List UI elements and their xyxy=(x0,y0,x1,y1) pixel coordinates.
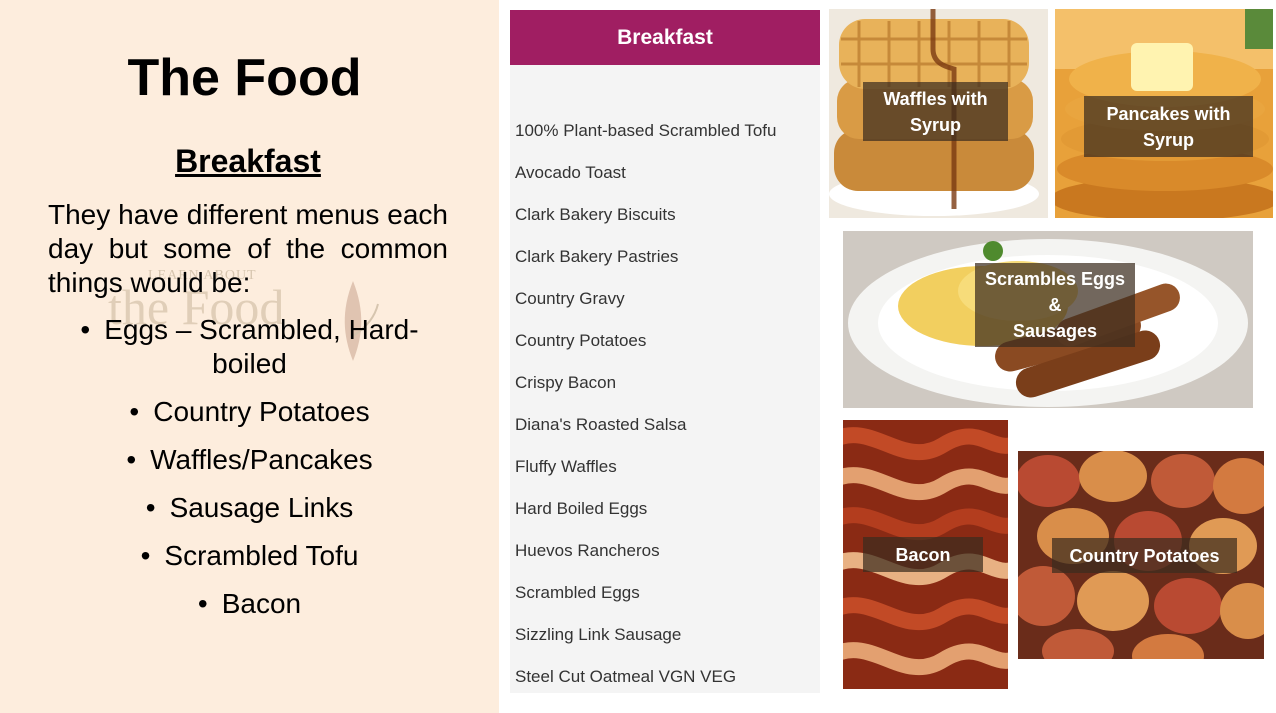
menu-item: Country Gravy xyxy=(515,289,625,308)
breakfast-menu: Breakfast 100% Plant-based Scrambled Tof… xyxy=(510,10,820,693)
potatoes-photo: Country Potatoes xyxy=(1018,451,1264,659)
menu-item: Steel Cut Oatmeal VGN VEG xyxy=(515,667,737,686)
menu-item: Avocado Toast xyxy=(515,163,626,182)
left-panel: The Food Breakfast LEARN ABOUT the Food … xyxy=(0,0,499,713)
bullet-item: • Scrambled Tofu xyxy=(0,539,499,573)
bullet-dot-icon: • xyxy=(126,444,137,475)
menu-item: Fluffy Waffles xyxy=(515,457,617,476)
waffles-caption: Waffles with Syrup xyxy=(863,82,1008,141)
bullet-item: • Sausage Links xyxy=(0,491,499,525)
menu-item: Huevos Rancheros xyxy=(515,541,660,560)
intro-text: They have different menus each day but s… xyxy=(48,199,448,298)
menu-item: Clark Bakery Biscuits xyxy=(515,205,676,224)
menu-item: 100% Plant-based Scrambled Tofu xyxy=(515,121,777,140)
slide-subtitle: Breakfast xyxy=(175,143,321,179)
bullet-text: Scrambled Tofu xyxy=(164,540,359,571)
bullet-item: • Waffles/Pancakes xyxy=(0,443,499,477)
bullet-text: Bacon xyxy=(221,588,302,619)
menu-item: Hard Boiled Eggs xyxy=(515,499,648,518)
bullet-list: • Eggs – Scrambled, Hard-boiled • Country … xyxy=(0,313,499,635)
bullet-dot-icon: • xyxy=(129,396,140,427)
bullet-dot-icon: • xyxy=(145,492,156,523)
bullet-text: Sausage Links xyxy=(169,492,354,523)
menu-item: Crispy Bacon xyxy=(515,373,617,392)
menu-item: Country Potatoes xyxy=(515,331,647,350)
bullet-item: • Eggs – Scrambled, Hard-boiled xyxy=(0,313,499,381)
bullet-item: • Country Potatoes xyxy=(0,395,499,429)
waffles-photo: Waffles with Syrup xyxy=(829,9,1048,218)
potatoes-caption: Country Potatoes xyxy=(1052,538,1237,573)
menu-item: Sizzling Link Sausage xyxy=(515,625,682,644)
bullet-text: Country Potatoes xyxy=(153,396,370,427)
bullet-text: Waffles/Pancakes xyxy=(150,444,373,475)
menu-list: 100% Plant-based Scrambled Tofu Avocado … xyxy=(515,120,815,708)
eggs-sausages-photo: Scrambles Eggs & Sausages xyxy=(843,231,1253,408)
menu-header: Breakfast xyxy=(510,10,820,65)
bullet-dot-icon: • xyxy=(140,540,151,571)
slide-title: The Food xyxy=(127,49,362,107)
pancakes-caption: Pancakes with Syrup xyxy=(1084,96,1253,157)
pancakes-photo: Pancakes with Syrup xyxy=(1055,9,1273,218)
menu-item: Diana's Roasted Salsa xyxy=(515,415,687,434)
bullet-item: • Bacon xyxy=(0,587,499,621)
bacon-caption: Bacon xyxy=(863,537,983,572)
eggs-sausages-caption: Scrambles Eggs & Sausages xyxy=(975,263,1135,347)
menu-item: Scrambled Eggs xyxy=(515,583,640,602)
bullet-dot-icon: • xyxy=(197,588,208,619)
bacon-photo: Bacon xyxy=(843,420,1008,689)
menu-item: Clark Bakery Pastries xyxy=(515,247,679,266)
bullet-text: Eggs – Scrambled, Hard-boiled xyxy=(104,314,419,379)
bullet-dot-icon: • xyxy=(80,314,91,345)
